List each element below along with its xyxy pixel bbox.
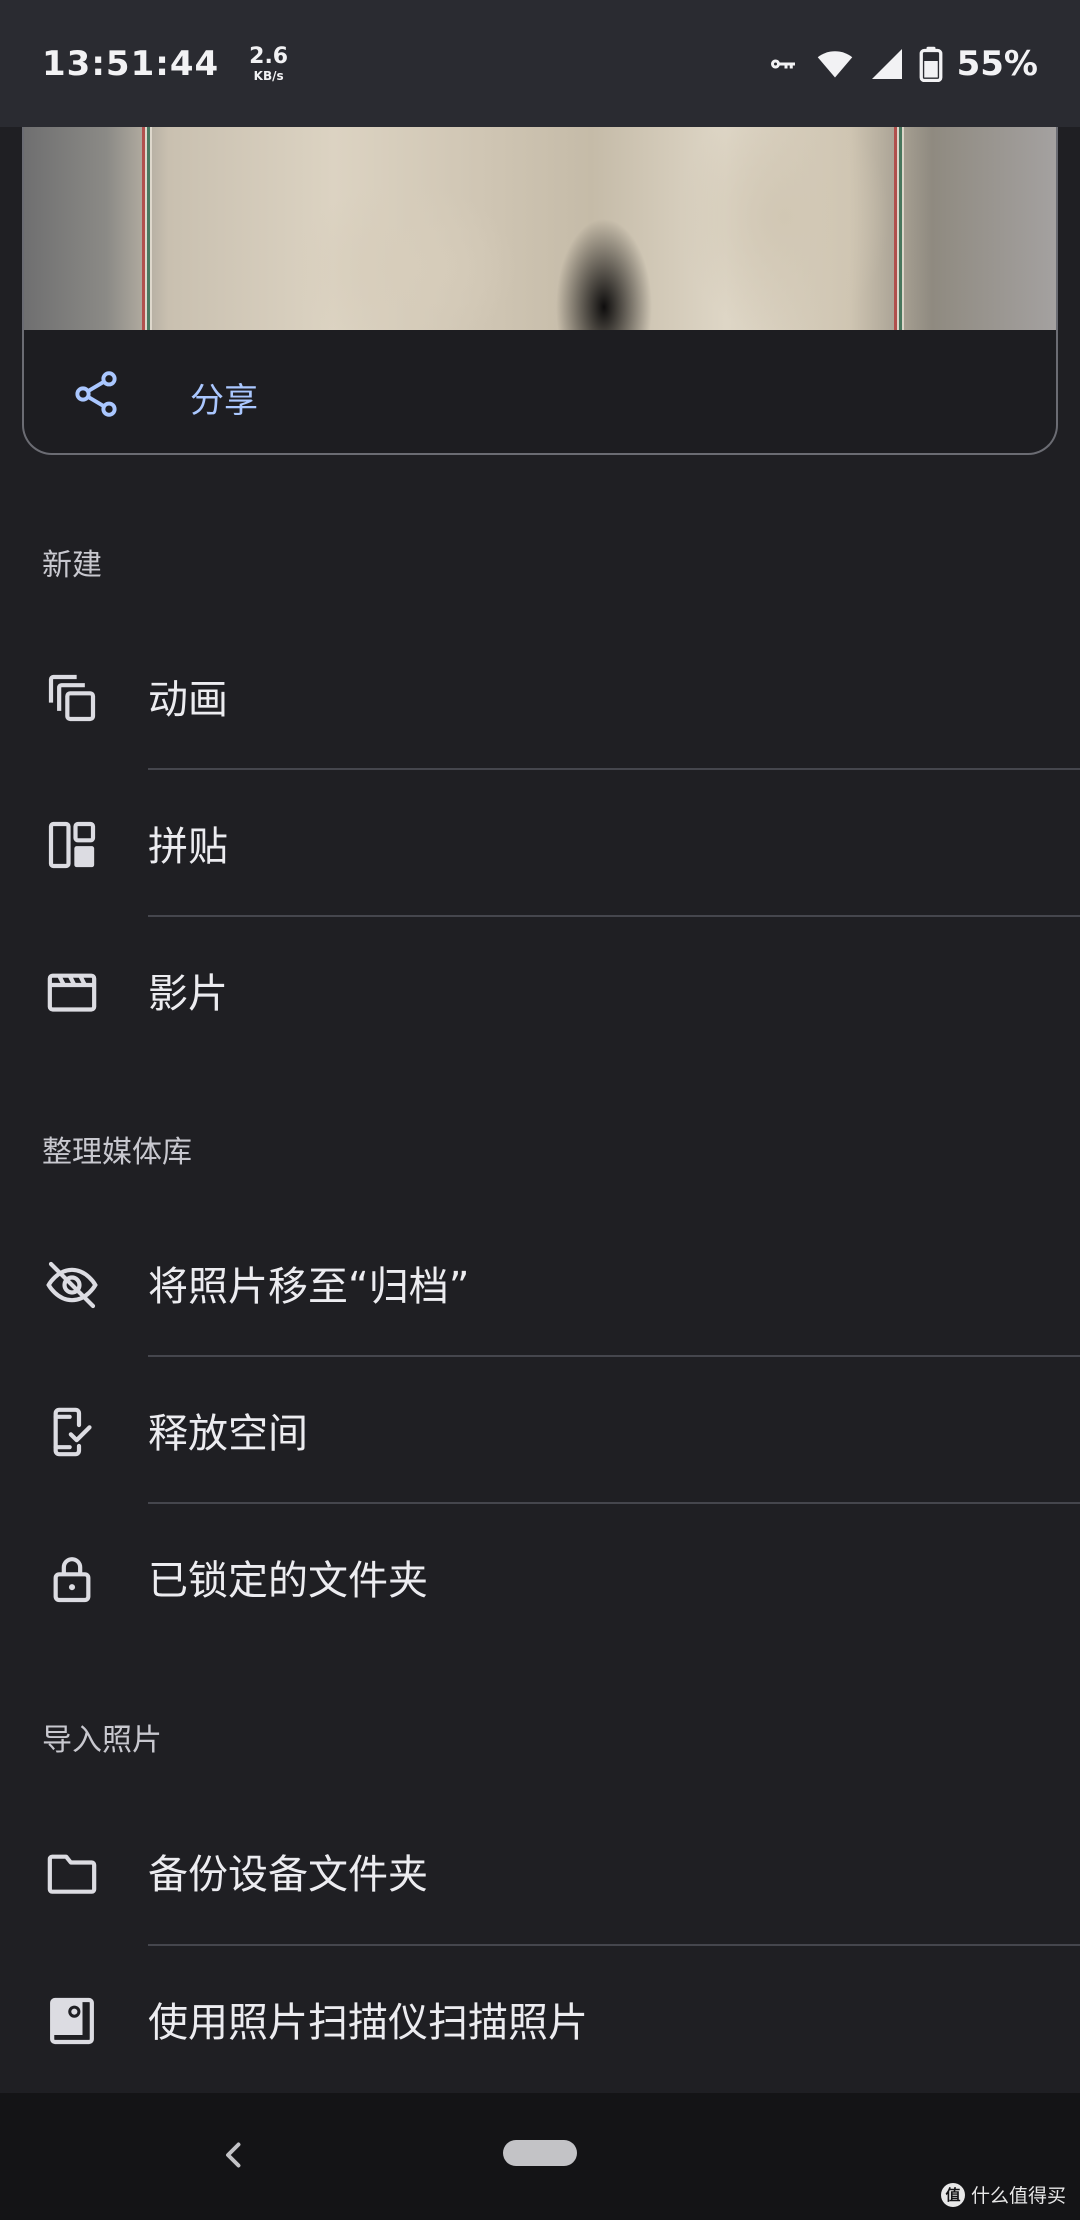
network-speed: 2.6 KB/s <box>249 43 289 83</box>
network-speed-value: 2.6 <box>249 43 289 69</box>
section-header-organize: 整理媒体库 <box>42 1135 192 1170</box>
vpn-key-icon <box>770 59 795 68</box>
menu-item-label: 已锁定的文件夹 <box>148 1558 428 1604</box>
menu-item-free-up-space[interactable]: 释放空间 <box>0 1357 1080 1503</box>
menu-item-animation[interactable]: 动画 <box>0 623 1080 769</box>
menu-item-label: 释放空间 <box>148 1411 308 1457</box>
photo-card: 分享 <box>22 127 1058 455</box>
status-bar: 13:51:44 2.6 KB/s 55% <box>0 0 1080 127</box>
menu-item-label: 拼贴 <box>148 824 228 870</box>
phone-check-icon <box>44 1404 100 1460</box>
menu-item-label: 影片 <box>148 971 228 1017</box>
movie-icon <box>44 964 100 1020</box>
network-speed-unit: KB/s <box>253 68 284 83</box>
animation-icon <box>44 670 100 726</box>
wifi-icon <box>817 50 852 77</box>
photo-detail <box>894 127 904 330</box>
lock-icon <box>44 1551 100 1607</box>
menu-item-backup-folders[interactable]: 备份设备文件夹 <box>0 1798 1080 1944</box>
watermark-text: 什么值得买 <box>970 2185 1066 2207</box>
share-label: 分享 <box>190 381 258 421</box>
battery-percent: 55% <box>956 43 1038 84</box>
menu-item-archive[interactable]: 将照片移至“归档” <box>0 1210 1080 1356</box>
collage-icon <box>44 817 100 873</box>
watermark-logo: 值 <box>940 2182 965 2207</box>
back-chevron-icon[interactable] <box>216 2137 252 2173</box>
menu-item-photo-scan[interactable]: 使用照片扫描仪扫描照片 <box>0 1946 1080 2092</box>
section-header-create: 新建 <box>42 548 102 583</box>
menu-item-label: 动画 <box>148 677 228 723</box>
menu-item-collage[interactable]: 拼贴 <box>0 770 1080 916</box>
menu-item-label: 将照片移至“归档” <box>148 1264 470 1310</box>
menu-item-locked-folder[interactable]: 已锁定的文件夹 <box>0 1504 1080 1650</box>
home-pill-icon[interactable] <box>503 2140 577 2166</box>
cellular-signal-icon <box>871 48 902 79</box>
battery-icon <box>919 46 943 82</box>
menu-item-label: 使用照片扫描仪扫描照片 <box>148 2000 588 2046</box>
share-icon <box>70 368 122 420</box>
watermark: 值 什么值得买 <box>940 2181 1066 2208</box>
photo-preview[interactable] <box>24 127 1056 330</box>
status-clock: 13:51:44 <box>42 43 220 84</box>
menu-item-label: 备份设备文件夹 <box>148 1852 428 1898</box>
photo-scan-icon <box>44 1993 100 2049</box>
share-button[interactable]: 分享 <box>24 330 1056 453</box>
folder-icon <box>44 1845 100 1901</box>
section-header-import: 导入照片 <box>42 1723 162 1758</box>
status-icons: 55% <box>765 44 1038 84</box>
navigation-bar: 值 什么值得买 <box>0 2093 1080 2220</box>
menu-item-movie[interactable]: 影片 <box>0 917 1080 1063</box>
archive-eye-off-icon <box>44 1257 100 1313</box>
photo-detail <box>142 127 152 330</box>
